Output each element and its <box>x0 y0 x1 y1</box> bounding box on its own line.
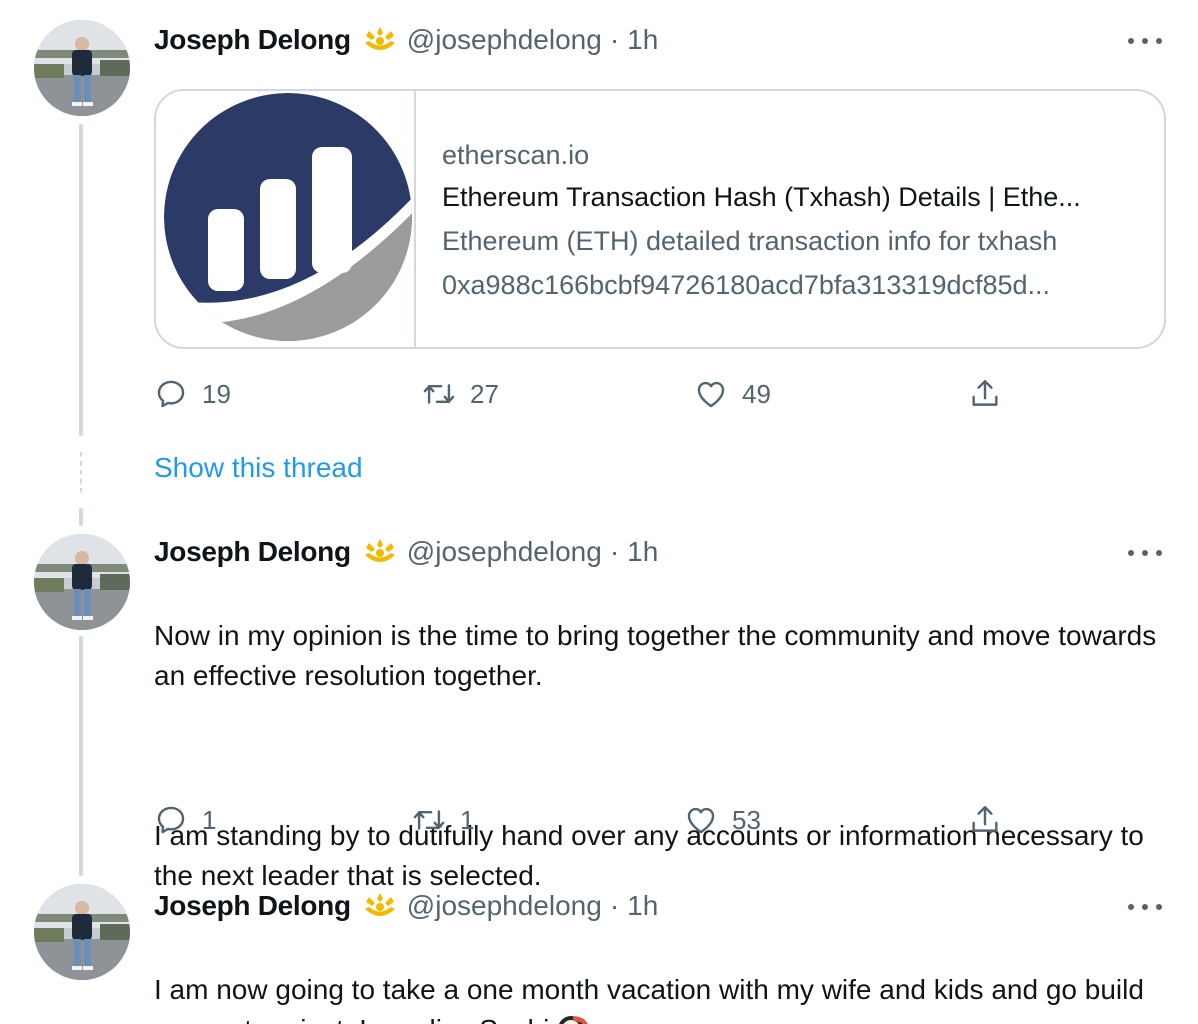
like-count: 49 <box>742 378 771 409</box>
share-button[interactable] <box>968 798 1002 842</box>
reply-button[interactable]: 19 <box>154 372 231 416</box>
tweet-text: I am now going to take a one month vacat… <box>154 930 1154 1024</box>
retweet-button[interactable]: 27 <box>422 372 499 416</box>
author-name[interactable]: Joseph Delong <box>154 890 351 922</box>
heart-icon <box>694 377 728 411</box>
tweet-actions: 1 1 53 <box>154 798 1014 842</box>
retweet-icon <box>412 803 446 837</box>
separator-dot: · <box>609 890 620 921</box>
tweet-paragraph: I am now going to take a one month vacat… <box>154 974 1144 1024</box>
sushi-affiliate-badge-icon <box>361 889 399 923</box>
retweet-count: 27 <box>470 378 499 409</box>
avatar[interactable] <box>34 20 130 116</box>
author-name[interactable]: Joseph Delong <box>154 24 351 56</box>
author-handle[interactable]: @josephdelong <box>407 890 602 922</box>
link-card-description-line: Ethereum (ETH) detailed transaction info… <box>442 226 1058 256</box>
author-name[interactable]: Joseph Delong <box>154 536 351 568</box>
avatar[interactable] <box>34 534 130 630</box>
sushi-affiliate-badge-icon <box>361 23 399 57</box>
author-handle[interactable]: @josephdelong <box>407 24 602 56</box>
heart-icon <box>684 803 718 837</box>
avatar[interactable] <box>34 884 130 980</box>
tweet-text: Now in my opinion is the time to bring t… <box>154 576 1164 936</box>
reply-button[interactable]: 1 <box>154 798 216 842</box>
link-card-domain: etherscan.io <box>442 140 590 170</box>
separator-dot: · <box>609 536 620 567</box>
author-handle[interactable]: @josephdelong <box>407 536 602 568</box>
sushi-emoji-icon <box>559 1016 589 1024</box>
link-card-description: Ethereum (ETH) detailed transaction info… <box>442 219 1147 307</box>
more-icon[interactable] <box>1128 536 1162 570</box>
link-card[interactable]: etherscan.io Ethereum Transaction Hash (… <box>154 89 1166 349</box>
reply-count: 1 <box>202 804 217 835</box>
tweet-header: Joseph Delong @josephdelong · 1h <box>154 20 658 60</box>
link-card-description-line: 0xa988c166bcbf94726180acd7bfa313319dcf85… <box>442 270 1051 300</box>
tweet-paragraph: Now in my opinion is the time to bring t… <box>154 620 1157 691</box>
more-icon[interactable] <box>1128 24 1162 58</box>
tweet-time[interactable]: 1h <box>627 536 658 568</box>
share-button[interactable] <box>968 372 1002 416</box>
reply-icon <box>154 803 188 837</box>
tweet-header: Joseph Delong @josephdelong · 1h <box>154 886 658 926</box>
separator-dot: · <box>609 24 620 55</box>
show-thread-link[interactable]: Show this thread <box>154 452 363 484</box>
tweet-actions: 19 27 49 <box>154 372 1014 416</box>
tweet-time[interactable]: 1h <box>627 24 658 56</box>
link-card-body: etherscan.io Ethereum Transaction Hash (… <box>442 135 1147 307</box>
tweet-header: Joseph Delong @josephdelong · 1h <box>154 532 658 572</box>
reply-count: 19 <box>202 378 231 409</box>
tweet-1[interactable]: Joseph Delong @josephdelong · 1h ethersc… <box>0 0 1198 520</box>
like-button[interactable]: 53 <box>684 798 761 842</box>
share-icon <box>968 803 1002 837</box>
like-count: 53 <box>732 804 761 835</box>
like-button[interactable]: 49 <box>694 372 771 416</box>
retweet-icon <box>422 377 456 411</box>
link-card-title: Ethereum Transaction Hash (Txhash) Detai… <box>442 182 1081 212</box>
etherscan-logo-icon <box>156 91 416 347</box>
tweet-2[interactable]: Joseph Delong @josephdelong · 1h Now in … <box>0 530 1198 891</box>
tweet-3[interactable]: Joseph Delong @josephdelong · 1h I am no… <box>0 884 1198 1024</box>
retweet-count: 1 <box>460 804 475 835</box>
tweet-time[interactable]: 1h <box>627 890 658 922</box>
reply-icon <box>154 377 188 411</box>
share-icon <box>968 377 1002 411</box>
sushi-affiliate-badge-icon <box>361 535 399 569</box>
more-icon[interactable] <box>1128 890 1162 924</box>
retweet-button[interactable]: 1 <box>412 798 474 842</box>
